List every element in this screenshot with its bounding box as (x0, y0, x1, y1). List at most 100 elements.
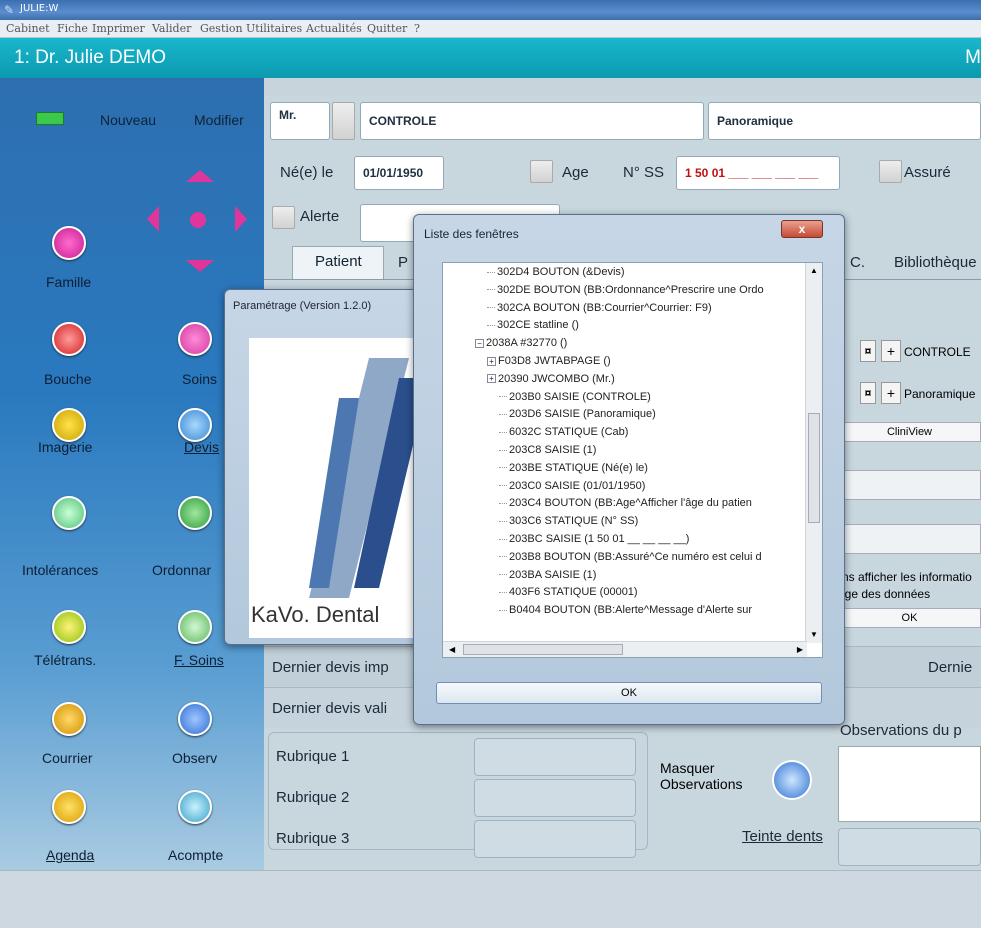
menu-utilitaires[interactable]: Utilitaires (246, 22, 302, 35)
tab-bibliotheque[interactable]: Bibliothèque (894, 254, 977, 271)
center-dot-icon[interactable] (190, 212, 206, 228)
sidebar-item-ordonnance[interactable]: Ordonnar (152, 562, 211, 578)
care-cross-icon[interactable] (178, 322, 212, 356)
tree-item[interactable]: 303C6 STATIQUE (N° SS) (499, 513, 638, 530)
window-tree[interactable]: 302D4 BOUTON (&Devis) 302DE BOUTON (BB:Or… (442, 262, 823, 658)
civility-combo[interactable]: Mr. (270, 102, 330, 140)
observation-icon[interactable] (178, 702, 212, 736)
h-scroll-thumb[interactable] (463, 644, 623, 655)
menu-fiche[interactable]: Fiche (57, 22, 88, 35)
expand-icon[interactable]: + (487, 374, 496, 384)
tree-item[interactable]: + F03D8 JWTABPAGE () (487, 353, 611, 370)
right-field-2[interactable] (838, 524, 981, 554)
menu-help[interactable]: ? (414, 22, 420, 35)
arrow-left-icon[interactable] (147, 206, 159, 232)
menu-valider[interactable]: Valider (152, 22, 191, 35)
tree-item[interactable]: 302CA BOUTON (BB:Courrier^Courrier: F9) (487, 300, 712, 317)
sidebar-item-courrier[interactable]: Courrier (42, 750, 93, 766)
sidebar-item-teletrans[interactable]: Télétrans. (34, 652, 96, 668)
arrow-up-icon[interactable] (186, 170, 214, 182)
menu-gestion[interactable]: Gestion (200, 22, 243, 35)
sidebar-item-observ[interactable]: Observ (172, 750, 217, 766)
menu-cabinet[interactable]: Cabinet (6, 22, 50, 35)
tab-patient[interactable]: Patient (292, 246, 384, 280)
scroll-thumb[interactable] (808, 413, 820, 523)
tree-item[interactable]: 203B0 SAISIE (CONTROLE) (499, 389, 651, 406)
tree-item[interactable]: 203D6 SAISIE (Panoramique) (499, 406, 656, 423)
tree-item[interactable]: 302CE statline () (487, 317, 579, 334)
sidebar-item-devis[interactable]: Devis (184, 439, 219, 455)
scroll-right-icon[interactable]: ▶ (797, 642, 803, 657)
sidebar-item-bouche[interactable]: Bouche (44, 371, 91, 387)
tree-item[interactable]: −2038A #32770 () (475, 335, 567, 352)
tab-p[interactable]: P (398, 254, 408, 271)
tree-item[interactable]: B0404 BOUTON (BB:Alerte^Message d'Alerte… (499, 602, 752, 619)
scroll-down-icon[interactable]: ▼ (806, 627, 822, 643)
tree-item[interactable]: 203C0 SAISIE (01/01/1950) (499, 478, 645, 495)
expand-icon[interactable]: + (487, 356, 496, 366)
ok-button[interactable]: OK (436, 682, 822, 704)
sidebar-item-agenda[interactable]: Agenda (46, 847, 94, 863)
pen-note-icon[interactable] (772, 760, 812, 800)
collapse-icon[interactable]: − (475, 338, 484, 348)
rubrique-2-field[interactable] (474, 779, 636, 817)
card-icon[interactable] (36, 112, 64, 125)
birthdate-field[interactable]: 01/01/1950 (354, 156, 444, 190)
tree-item[interactable]: 6032C STATIQUE (Cab) (499, 424, 628, 441)
care-sheet-icon[interactable] (178, 610, 212, 644)
tree-item[interactable]: 203BE STATIQUE (Né(e) le) (499, 460, 648, 477)
age-button[interactable] (530, 160, 553, 183)
sidebar-item-imagerie[interactable]: Imagerie (38, 439, 92, 455)
observations-textarea[interactable] (838, 746, 981, 822)
cliniview-button[interactable]: CliniView (838, 422, 981, 442)
mail-icon[interactable] (52, 702, 86, 736)
family-icon[interactable] (52, 226, 86, 260)
vertical-scrollbar[interactable]: ▲ ▼ (805, 263, 822, 643)
arrow-down-icon[interactable] (186, 260, 214, 272)
civility-button[interactable] (332, 102, 355, 140)
right-ok-button[interactable]: OK (838, 608, 981, 628)
at-sign-icon[interactable] (52, 610, 86, 644)
rubrique-3-field[interactable] (474, 820, 636, 858)
sidebar-item-intolerances[interactable]: Intolérances (22, 562, 98, 578)
tree-item[interactable]: +20390 JWCOMBO (Mr.) (487, 371, 615, 388)
add-button-2[interactable]: + (881, 382, 901, 404)
tree-item[interactable]: 203BA SAISIE (1) (499, 567, 596, 584)
menu-actualites[interactable]: Actualités (306, 22, 362, 35)
lock-icon[interactable]: ¤ (860, 340, 876, 362)
assure-checkbox[interactable] (879, 160, 902, 183)
horizontal-scrollbar[interactable]: ◀ ▶ (443, 641, 807, 657)
add-button[interactable]: + (881, 340, 901, 362)
tree-item[interactable]: 203C8 SAISIE (1) (499, 442, 596, 459)
estimate-icon[interactable] (178, 408, 212, 442)
close-icon[interactable]: x (781, 220, 823, 238)
teinte-field[interactable] (838, 828, 981, 866)
tree-item[interactable]: 203B8 BOUTON (BB:Assuré^Ce numéro est ce… (499, 549, 762, 566)
sidebar-item-fsoins[interactable]: F. Soins (174, 652, 224, 668)
rubrique-1-field[interactable] (474, 738, 636, 776)
tree-item[interactable]: 203BC SAISIE (1 50 01 __ __ __ __) (499, 531, 689, 548)
sidebar-item-famille[interactable]: Famille (46, 274, 91, 290)
mouth-icon[interactable] (52, 322, 86, 356)
menu-imprimer[interactable]: Imprimer (92, 22, 145, 35)
deposit-icon[interactable] (178, 790, 212, 824)
first-name-field[interactable]: Panoramique (708, 102, 981, 140)
prescription-icon[interactable] (178, 496, 212, 530)
nouveau-button[interactable]: Nouveau (100, 112, 156, 128)
modifier-button[interactable]: Modifier (194, 112, 244, 128)
sidebar-item-soins[interactable]: Soins (182, 371, 217, 387)
tree-item[interactable]: 302DE BOUTON (BB:Ordonnance^Prescrire un… (487, 282, 764, 299)
last-name-field[interactable]: CONTROLE (360, 102, 704, 140)
sidebar-item-acompte[interactable]: Acompte (168, 847, 223, 863)
right-field-1[interactable] (838, 470, 981, 500)
tree-item[interactable]: 203C4 BOUTON (BB:Age^Afficher l'âge du p… (499, 495, 752, 512)
tree-item[interactable]: 403F6 STATIQUE (00001) (499, 584, 638, 601)
ss-number-field[interactable]: 1 50 01 ___ ___ ___ ___ (676, 156, 840, 190)
tree-item[interactable]: 302D4 BOUTON (&Devis) (487, 264, 625, 281)
bottle-icon[interactable] (52, 496, 86, 530)
radiation-icon[interactable] (52, 408, 86, 442)
arrow-right-icon[interactable] (235, 206, 247, 232)
alerte-checkbox[interactable] (272, 206, 295, 229)
menu-quitter[interactable]: Quitter (367, 22, 407, 35)
lock-icon-2[interactable]: ¤ (860, 382, 876, 404)
